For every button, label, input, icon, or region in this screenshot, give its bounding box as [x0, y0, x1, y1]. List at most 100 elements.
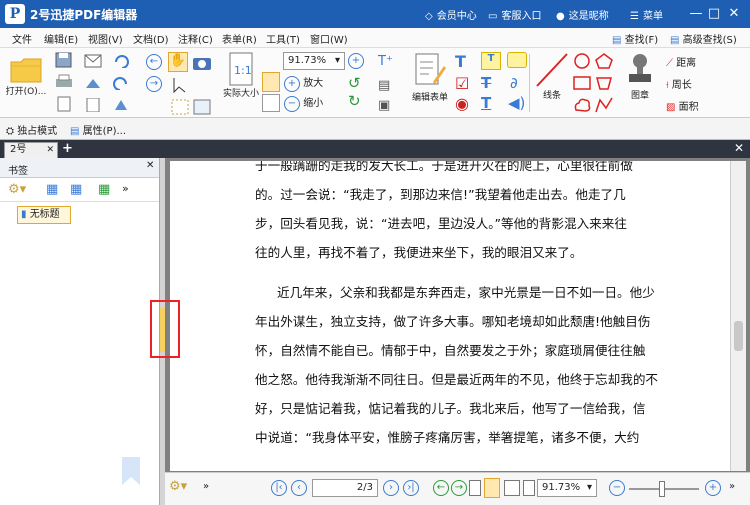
distance-button[interactable]: ⟋ 距离 — [666, 54, 696, 69]
new-document-icon[interactable] — [55, 96, 73, 112]
main-menu-button[interactable]: ☰ 菜单 — [630, 7, 663, 22]
find-button[interactable]: ▤ 查找(F) — [612, 31, 658, 46]
edit-form-button[interactable]: 编辑表单 — [408, 52, 452, 103]
menu-view[interactable]: 视图(V) — [88, 31, 123, 46]
snapshot-icon[interactable] — [170, 98, 190, 116]
edit-object-icon[interactable]: ▤ — [378, 78, 390, 93]
circle-icon[interactable] — [572, 52, 592, 70]
radio-field-icon[interactable]: ◉ — [455, 94, 469, 113]
expand-more-icon[interactable]: » — [729, 481, 735, 492]
menu-tools[interactable]: 工具(T) — [266, 31, 300, 46]
status-options-icon[interactable]: ⚙▾ — [169, 479, 187, 494]
lines-button[interactable]: 线条 — [533, 52, 571, 101]
fit-width-icon[interactable] — [262, 94, 280, 112]
edit-image-icon[interactable]: ▣ — [378, 98, 390, 113]
zoom-in-icon[interactable]: + — [705, 480, 721, 496]
underline-text-icon[interactable]: T — [481, 94, 491, 112]
menu-edit[interactable]: 编辑(E) — [44, 31, 78, 46]
bookmark-options-icon[interactable]: ⚙▾ — [8, 182, 26, 197]
checkbox-field-icon[interactable]: ☑ — [455, 74, 469, 93]
bookmark-new-child-icon[interactable]: ▦ — [98, 182, 110, 197]
zoom-in-button[interactable]: + 放大 — [284, 74, 323, 92]
last-page-icon[interactable]: ›| — [403, 480, 419, 496]
bookmark-item[interactable]: ▮ 无标题 — [17, 206, 71, 224]
expand-more-icon[interactable]: » — [122, 182, 129, 195]
strikeout-text-icon[interactable]: T — [481, 74, 491, 92]
actual-size-button[interactable]: 1:1 实际大小 — [220, 52, 262, 99]
new-tab-button[interactable]: + — [62, 141, 73, 156]
menu-file[interactable]: 文件 — [12, 31, 32, 46]
menu-window[interactable]: 窗口(W) — [310, 31, 348, 46]
menu-form[interactable]: 表单(R) — [222, 31, 257, 46]
support-button[interactable]: ▭ 客服入口 — [488, 7, 541, 22]
perimeter-button[interactable]: ⟊ 周长 — [666, 76, 692, 91]
scrollbar-thumb[interactable] — [734, 321, 743, 351]
hand-tool-icon[interactable]: ✋ — [168, 52, 188, 72]
delete-bookmark-icon[interactable]: ▦ — [70, 182, 82, 197]
email-icon[interactable] — [84, 54, 102, 68]
fit-page-icon[interactable] — [262, 72, 280, 92]
go-forward-icon[interactable]: → — [451, 480, 467, 496]
previous-page-icon[interactable]: ‹ — [291, 480, 307, 496]
print-icon[interactable] — [55, 74, 73, 90]
tab-document[interactable]: 2号 ✕ — [4, 142, 58, 158]
back-icon[interactable]: ← — [146, 54, 162, 70]
zoom-select[interactable]: 91.73% ▾ — [283, 52, 345, 70]
facing-pages-icon[interactable] — [504, 480, 520, 496]
continuous-page-icon[interactable] — [484, 478, 500, 498]
go-back-icon[interactable]: ← — [433, 480, 449, 496]
edit-text-icon[interactable]: T⁺ — [378, 54, 393, 69]
polygon-icon[interactable] — [594, 74, 614, 92]
close-all-tabs-icon[interactable]: ✕ — [734, 141, 744, 155]
document-icon[interactable] — [84, 98, 102, 112]
rotate-right-icon[interactable]: ↻ — [348, 92, 361, 110]
sound-icon[interactable]: ◀) — [508, 94, 525, 112]
image-edit-icon[interactable] — [192, 98, 212, 116]
rotate-left-icon[interactable]: ↺ — [348, 74, 361, 92]
area-button[interactable]: ▨ 面积 — [666, 98, 699, 113]
expand-more-icon[interactable]: » — [203, 481, 209, 492]
camera-icon[interactable] — [192, 54, 212, 72]
next-page-icon[interactable]: › — [383, 480, 399, 496]
redo-icon[interactable] — [112, 76, 130, 90]
panel-close-icon[interactable]: ✕ — [146, 160, 154, 171]
advanced-find-button[interactable]: ▤ 高级查找(S) — [670, 31, 737, 46]
continuous-facing-icon[interactable] — [523, 480, 535, 496]
save-icon[interactable] — [55, 52, 73, 68]
upload-icon[interactable] — [84, 76, 102, 90]
close-button[interactable]: ✕ — [725, 5, 743, 23]
status-zoom-select[interactable]: 91.73% ▾ — [537, 479, 597, 497]
single-page-icon[interactable] — [469, 480, 481, 496]
zoom-slider-handle[interactable] — [659, 481, 665, 497]
select-text-icon[interactable] — [170, 76, 190, 94]
minimize-button[interactable]: — — [687, 5, 705, 23]
shape-icon[interactable] — [112, 98, 130, 112]
undo-icon[interactable] — [112, 54, 130, 68]
page-number-field[interactable]: 2/3 — [312, 479, 378, 497]
tab-close-icon[interactable]: ✕ — [46, 143, 54, 157]
vertical-scrollbar[interactable] — [730, 161, 746, 471]
member-center-button[interactable]: ◇ 会员中心 — [425, 7, 477, 22]
cloud-icon[interactable] — [572, 96, 592, 114]
exclusive-mode-button[interactable]: ⛭ 独占模式 — [6, 122, 57, 137]
zoom-slider[interactable] — [629, 481, 699, 497]
pentagon-icon[interactable] — [594, 52, 614, 70]
forward-icon[interactable]: → — [146, 76, 162, 92]
highlight-text-icon[interactable]: T — [481, 52, 501, 70]
text-field-icon[interactable]: T — [455, 52, 466, 71]
zoom-out-button[interactable]: − 缩小 — [284, 94, 323, 112]
zoom-out-icon[interactable]: − — [609, 480, 625, 496]
menu-document[interactable]: 文档(D) — [133, 31, 169, 46]
properties-button[interactable]: ▤ 属性(P)... — [70, 122, 126, 137]
maximize-button[interactable]: □ — [705, 5, 723, 23]
menu-comment[interactable]: 注释(C) — [178, 31, 213, 46]
add-bookmark-icon[interactable]: ▦ — [46, 182, 58, 197]
open-button[interactable]: 打开(O)... — [4, 54, 48, 97]
user-profile-button[interactable]: ● 这是昵称 — [556, 7, 609, 22]
zoom-options-icon[interactable]: + — [348, 53, 364, 69]
attachment-icon[interactable]: ∂ — [510, 74, 518, 92]
note-icon[interactable] — [507, 52, 527, 68]
polyline-icon[interactable] — [594, 96, 614, 114]
first-page-icon[interactable]: |‹ — [271, 480, 287, 496]
rectangle-icon[interactable] — [572, 74, 592, 92]
